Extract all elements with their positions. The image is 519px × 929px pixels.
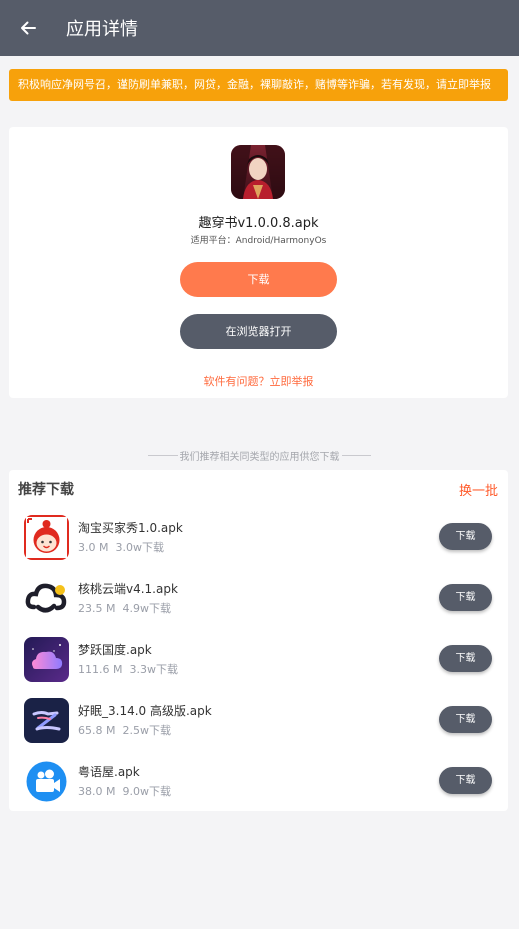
item-size: 3.0 M bbox=[78, 541, 109, 554]
item-meta: 3.0 M 3.0w下载 bbox=[78, 539, 164, 555]
item-download-button[interactable]: 下载 bbox=[439, 584, 492, 611]
item-download-button[interactable]: 下载 bbox=[439, 645, 492, 672]
top-bar: 应用详情 bbox=[0, 0, 519, 56]
item-meta: 23.5 M 4.9w下载 bbox=[78, 600, 171, 616]
item-name: 好眠_3.14.0 高级版.apk bbox=[78, 704, 212, 718]
item-download-button[interactable]: 下载 bbox=[439, 767, 492, 794]
list-item[interactable]: 淘宝买家秀1.0.apk 3.0 M 3.0w下载 下载 bbox=[9, 513, 508, 571]
refresh-button[interactable]: 换一批 bbox=[459, 480, 498, 499]
divider-line-right bbox=[341, 454, 371, 456]
download-button[interactable]: 下载 bbox=[180, 262, 337, 297]
item-name: 核桃云端v4.1.apk bbox=[78, 582, 178, 596]
divider-line-left bbox=[148, 454, 178, 456]
report-link[interactable]: 软件有问题？立即举报 bbox=[204, 375, 314, 388]
app-detail-card: 趣穿书v1.0.0.8.apk 适用平台：Android/HarmonyOs 下… bbox=[9, 127, 508, 398]
list-item[interactable]: 核桃云端v4.1.apk 23.5 M 4.9w下载 下载 bbox=[9, 574, 508, 632]
item-downloads: 3.0w下载 bbox=[115, 541, 164, 554]
item-downloads: 4.9w下载 bbox=[122, 602, 171, 615]
item-name: 淘宝买家秀1.0.apk bbox=[78, 521, 183, 535]
cloud-logo-icon bbox=[24, 576, 69, 621]
list-item[interactable]: 好眠_3.14.0 高级版.apk 65.8 M 2.5w下载 下载 bbox=[9, 696, 508, 754]
item-download-button[interactable]: 下载 bbox=[439, 706, 492, 733]
divider-text: 我们推荐相关同类型的应用供您下载 bbox=[179, 451, 340, 463]
list-item[interactable]: 粤语屋.apk 38.0 M 9.0w下载 下载 bbox=[9, 757, 508, 815]
sleep-z-icon bbox=[24, 698, 69, 743]
item-size: 38.0 M bbox=[78, 785, 116, 798]
item-downloads: 2.5w下载 bbox=[122, 724, 171, 737]
open-in-browser-button[interactable]: 在浏览器打开 bbox=[180, 314, 337, 349]
app-icon bbox=[231, 145, 285, 199]
back-arrow-icon bbox=[21, 21, 36, 35]
app-name: 趣穿书v1.0.0.8.apk bbox=[198, 216, 319, 231]
recommend-title: 推荐下载 bbox=[18, 482, 74, 498]
item-meta: 111.6 M 3.3w下载 bbox=[78, 661, 178, 677]
warning-notice: 积极响应净网号召，谨防刷单兼职，网贷，金融，裸聊敲诈，赌博等诈骗，若有发现，请立… bbox=[9, 69, 508, 101]
item-size: 65.8 M bbox=[78, 724, 116, 737]
recommend-card: 推荐下载 换一批 淘宝买家秀1.0.apk 3.0 M 3.0w下载 下载 核桃… bbox=[9, 470, 508, 811]
item-meta: 65.8 M 2.5w下载 bbox=[78, 722, 171, 738]
report-row: 软件有问题？立即举报 bbox=[9, 373, 508, 389]
item-name: 粤语屋.apk bbox=[78, 765, 140, 779]
item-name: 梦跃国度.apk bbox=[78, 643, 152, 657]
video-camera-icon bbox=[24, 759, 69, 804]
item-downloads: 3.3w下载 bbox=[129, 663, 178, 676]
list-item[interactable]: 梦跃国度.apk 111.6 M 3.3w下载 下载 bbox=[9, 635, 508, 693]
item-download-button[interactable]: 下载 bbox=[439, 523, 492, 550]
recommend-divider: 我们推荐相关同类型的应用供您下载 bbox=[148, 448, 371, 463]
item-size: 23.5 M bbox=[78, 602, 116, 615]
item-downloads: 9.0w下载 bbox=[122, 785, 171, 798]
page-title: 应用详情 bbox=[66, 19, 138, 40]
taobao-avatar-icon bbox=[24, 515, 69, 560]
platform-text: 适用平台：Android/HarmonyOs bbox=[190, 236, 327, 246]
item-meta: 38.0 M 9.0w下载 bbox=[78, 783, 171, 799]
item-size: 111.6 M bbox=[78, 663, 123, 676]
back-button[interactable] bbox=[0, 0, 56, 56]
dream-cloud-icon bbox=[24, 637, 69, 682]
